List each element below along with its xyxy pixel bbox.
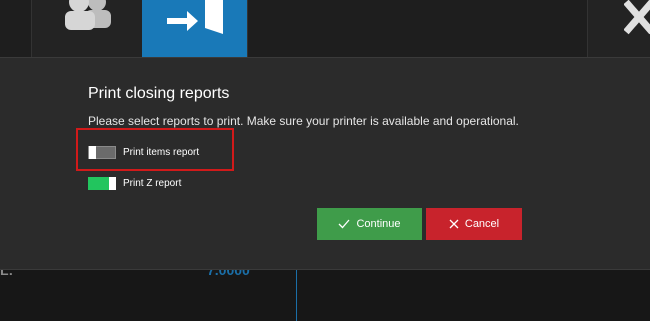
close-icon	[449, 219, 459, 229]
exit-icon	[167, 0, 223, 34]
cancel-label: Cancel	[464, 218, 500, 230]
users-button[interactable]	[31, 0, 143, 57]
dialog-title: Print closing reports	[88, 85, 230, 102]
toggle-knob	[89, 145, 96, 159]
continue-label: Continue	[356, 218, 401, 230]
summary-divider	[296, 268, 297, 321]
toolbar	[0, 0, 650, 57]
print-items-toggle[interactable]	[88, 145, 116, 159]
checkmark-icon	[338, 219, 350, 229]
close-button[interactable]	[587, 0, 650, 57]
print-z-label: Print Z report	[123, 177, 182, 189]
print-z-toggle[interactable]	[88, 176, 116, 190]
users-icon	[65, 0, 111, 30]
exit-button[interactable]	[142, 0, 248, 57]
option-print-items-report[interactable]: Print items report	[88, 144, 199, 160]
continue-button[interactable]: Continue	[317, 208, 422, 240]
toggle-knob	[109, 176, 116, 190]
dialog-instructions: Please select reports to print. Make sur…	[88, 114, 519, 128]
print-items-label: Print items report	[123, 146, 200, 158]
close-x-icon	[624, 0, 650, 35]
cancel-button[interactable]: Cancel	[426, 208, 522, 240]
print-reports-dialog: Print closing reports Please select repo…	[0, 57, 650, 270]
option-print-z-report[interactable]: Print Z report	[88, 175, 181, 191]
order-summary-area	[0, 268, 650, 321]
